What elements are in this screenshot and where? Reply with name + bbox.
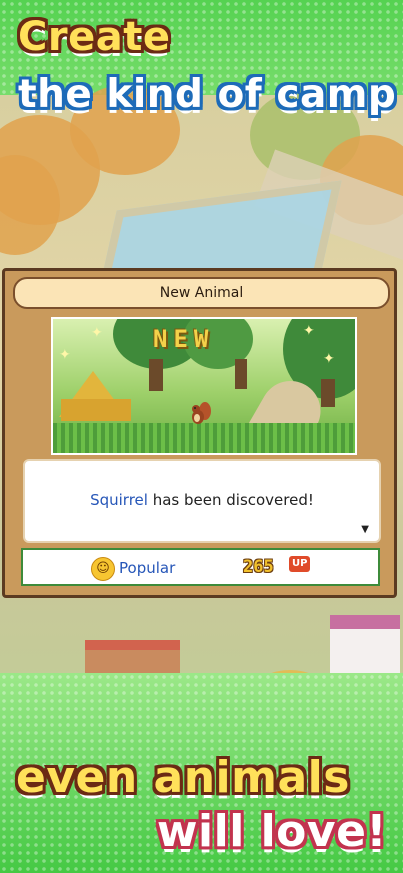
dialog-title: New Animal: [13, 277, 390, 309]
new-badge: NEW: [153, 325, 215, 353]
more-arrow-icon[interactable]: ▼: [361, 524, 369, 535]
popular-face-icon: ☺: [91, 557, 115, 581]
message-animal-name: Squirrel: [90, 491, 148, 509]
message-rest: has been discovered!: [147, 491, 314, 509]
headline-line-1: Create: [18, 14, 171, 60]
popularity-stat-bar: ☺ Popular 265 UP: [21, 548, 380, 586]
new-animal-dialog[interactable]: New Animal NEW ✦ ✦ ✦ ✦ Squirrel has been…: [2, 268, 397, 598]
popular-label: Popular: [119, 559, 176, 577]
message-text: Squirrel has been discovered!: [25, 491, 379, 509]
headline-line-3: even animals: [16, 752, 350, 803]
popular-value: 265: [243, 557, 274, 577]
headline-line-4: will love!: [156, 806, 387, 857]
message-box[interactable]: Squirrel has been discovered! ▼: [23, 459, 381, 543]
animal-scene-image: NEW ✦ ✦ ✦ ✦: [51, 317, 357, 455]
up-arrow-icon: UP: [289, 556, 311, 572]
squirrel-icon: [192, 402, 211, 424]
headline-line-2: the kind of camp: [18, 72, 397, 117]
